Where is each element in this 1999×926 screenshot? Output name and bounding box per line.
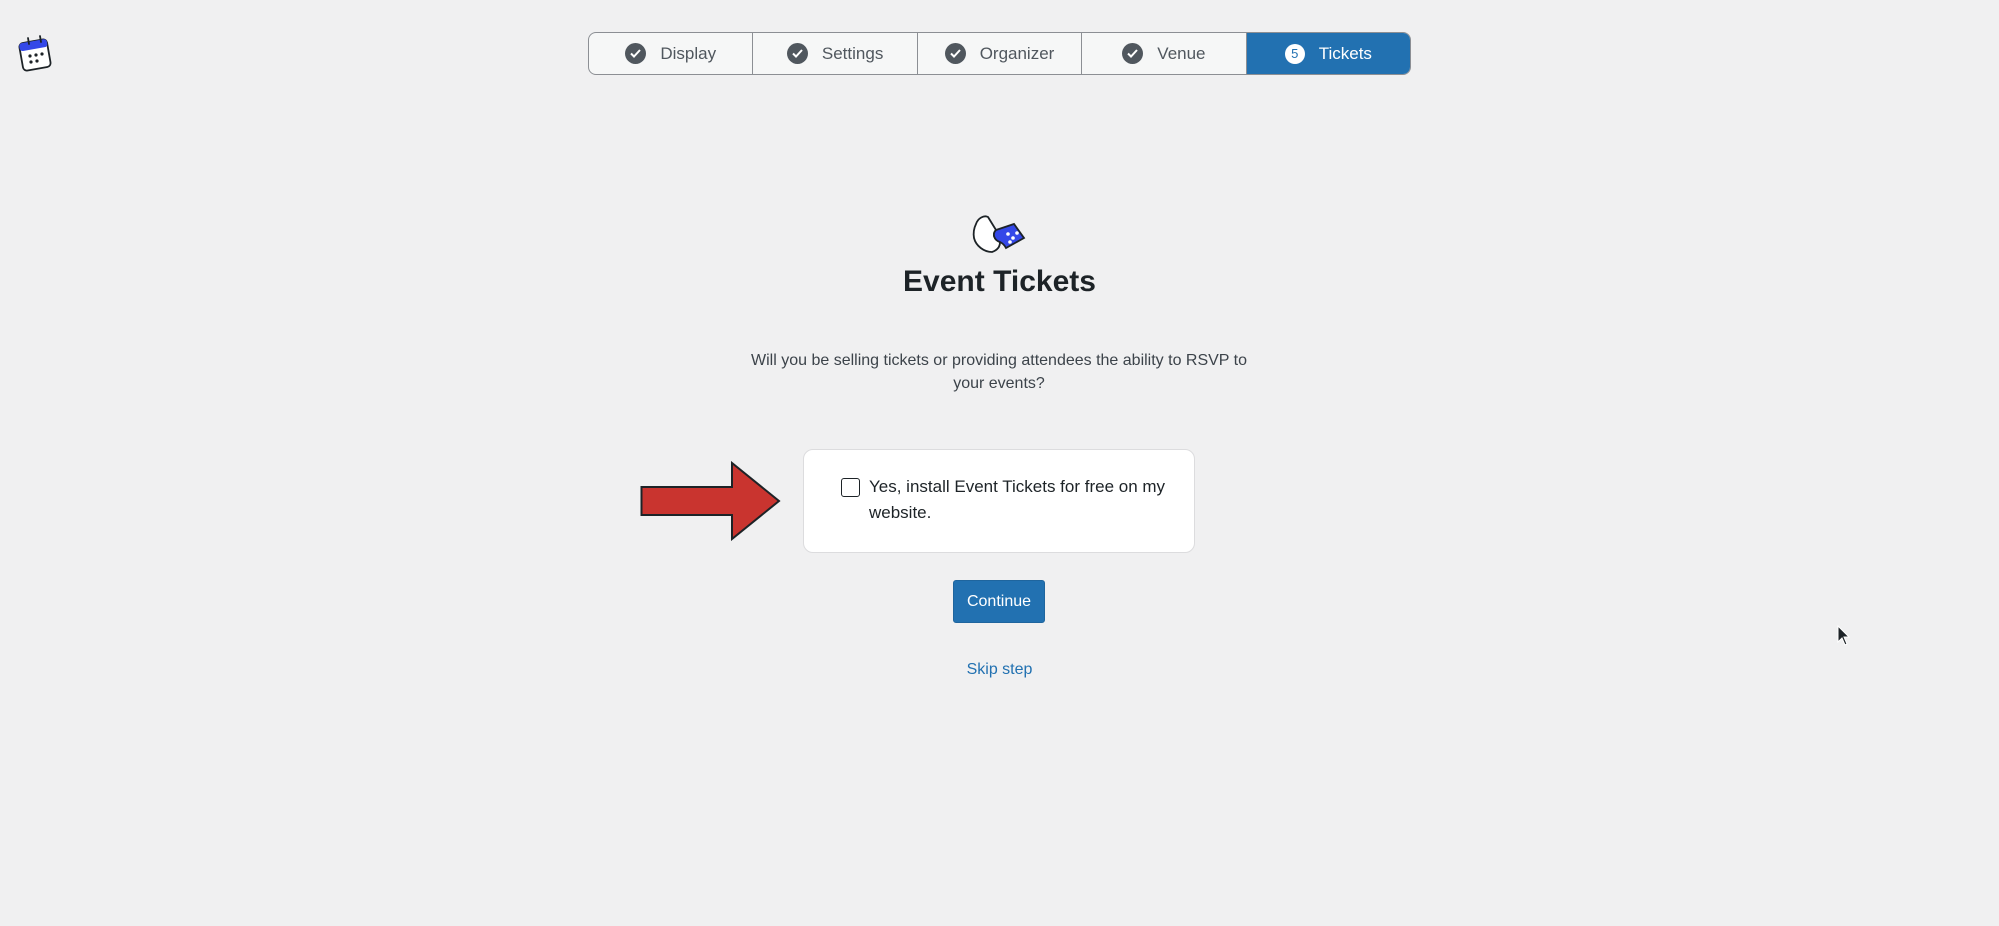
install-option-label[interactable]: Yes, install Event Tickets for free on m… xyxy=(869,474,1169,526)
step-label: Display xyxy=(660,43,717,63)
step-display[interactable]: Display xyxy=(589,33,754,74)
page-title: Event Tickets xyxy=(903,265,1096,298)
step-organizer[interactable]: Organizer xyxy=(918,33,1083,74)
step-label: Settings xyxy=(821,43,884,63)
skip-step-link-wrapper: Skip step xyxy=(0,661,1999,679)
red-arrow-icon xyxy=(640,460,782,542)
mouse-cursor-icon xyxy=(1837,624,1851,647)
check-icon xyxy=(1122,43,1144,64)
install-option-card: Yes, install Event Tickets for free on m… xyxy=(803,449,1195,553)
wizard-stepper: Display Settings Organizer Venue 5 Ticke… xyxy=(588,32,1411,75)
calendar-logo-icon xyxy=(18,34,56,74)
check-icon xyxy=(944,43,966,64)
check-icon xyxy=(786,43,808,64)
step-label: Venue xyxy=(1157,43,1206,63)
step-tickets[interactable]: 5 Tickets xyxy=(1246,33,1410,74)
check-icon xyxy=(625,43,647,64)
step-number-badge: 5 xyxy=(1284,43,1305,64)
step-settings[interactable]: Settings xyxy=(753,33,918,74)
ticket-icon xyxy=(970,212,1028,256)
continue-button[interactable]: Continue xyxy=(953,580,1045,623)
step-label: Tickets xyxy=(1318,43,1372,63)
step-venue[interactable]: Venue xyxy=(1082,33,1247,74)
page-description: Will you be selling tickets or providing… xyxy=(751,352,1247,392)
skip-step-link[interactable]: Skip step xyxy=(967,661,1033,678)
step-label: Organizer xyxy=(979,43,1055,63)
install-checkbox[interactable] xyxy=(841,478,860,497)
